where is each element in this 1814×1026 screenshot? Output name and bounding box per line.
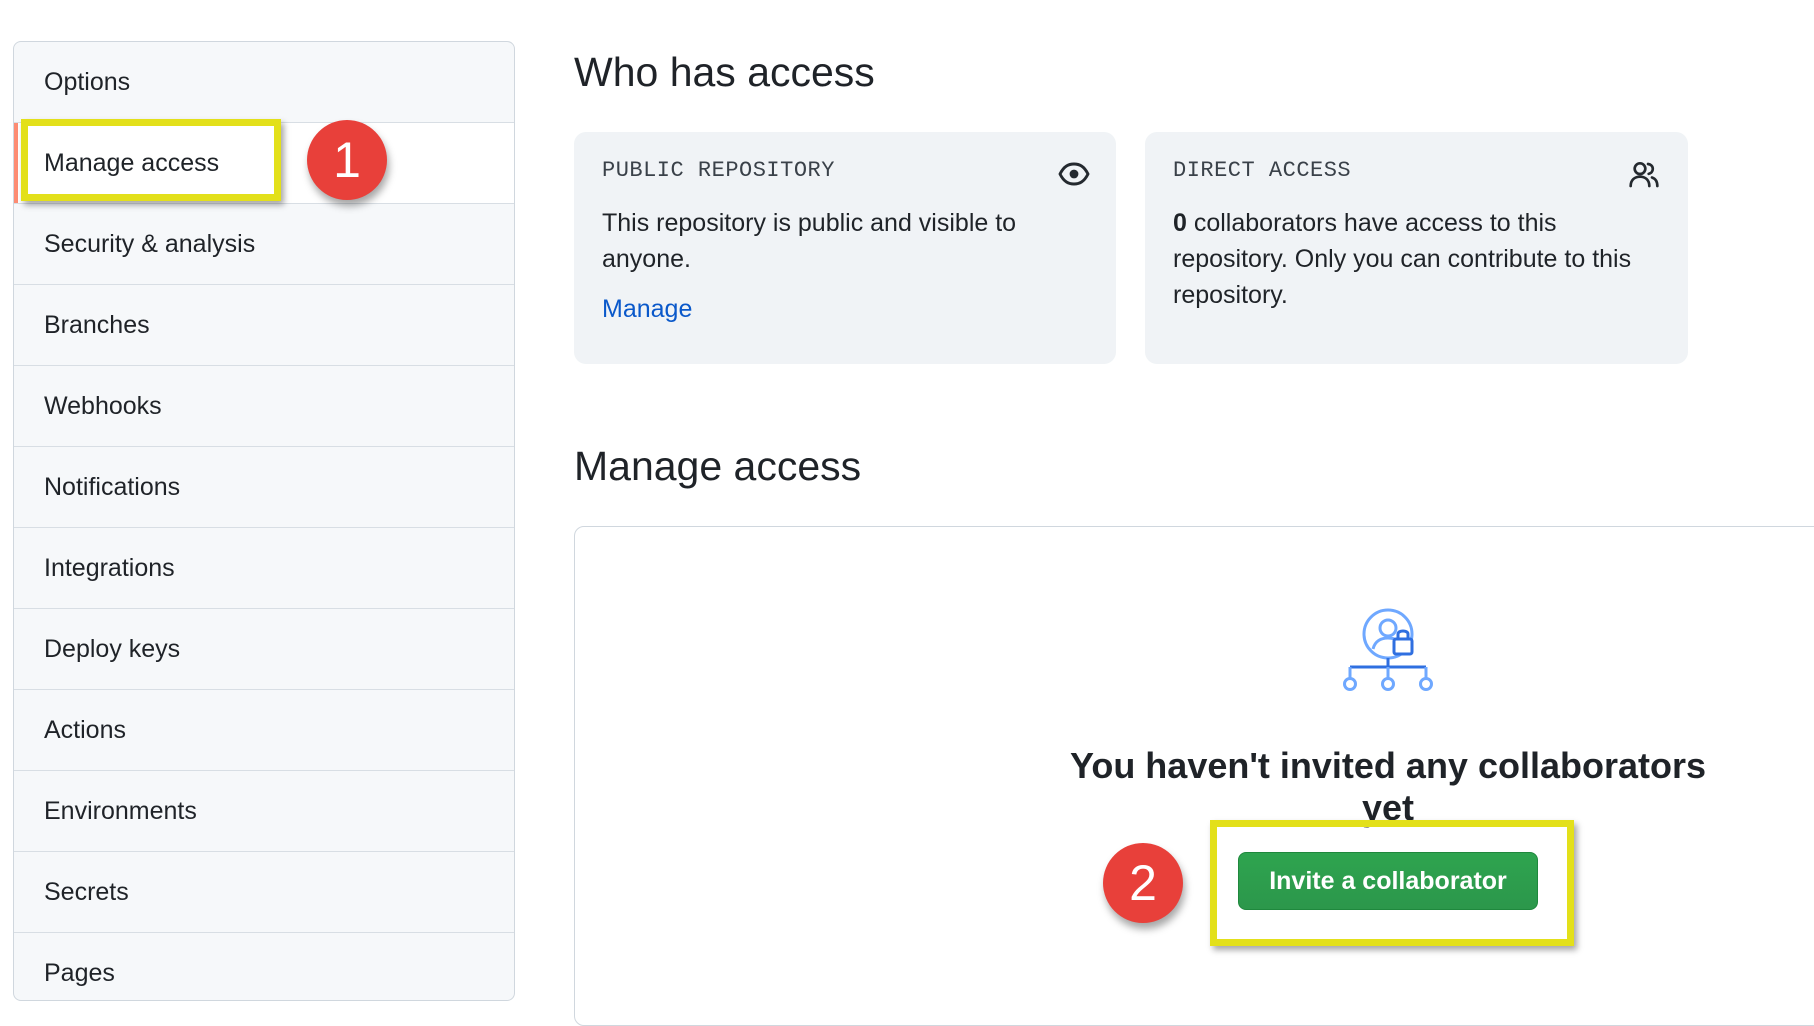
sidebar-item-manage-access[interactable]: Manage access <box>14 123 514 204</box>
sidebar-item-pages[interactable]: Pages <box>14 933 514 1000</box>
no-collaborators-message: You haven't invited any collaborators ye… <box>1069 745 1707 828</box>
collaborator-lock-illustration <box>1343 608 1433 691</box>
sidebar-item-security-analysis[interactable]: Security & analysis <box>14 204 514 285</box>
public-repository-card: PUBLIC REPOSITORY This repository is pub… <box>574 132 1116 364</box>
step-marker-1: 1 <box>307 120 387 200</box>
public-repository-label: PUBLIC REPOSITORY <box>602 158 835 183</box>
sidebar-item-label: Integrations <box>44 553 175 582</box>
direct-access-text: 0 collaborators have access to this repo… <box>1173 205 1660 313</box>
people-icon <box>1629 162 1659 188</box>
sidebar-item-notifications[interactable]: Notifications <box>14 447 514 528</box>
direct-access-description: collaborators have access to this reposi… <box>1173 209 1632 309</box>
sidebar-item-integrations[interactable]: Integrations <box>14 528 514 609</box>
sidebar-item-actions[interactable]: Actions <box>14 690 514 771</box>
collaborator-count: 0 <box>1173 209 1187 237</box>
step-marker-2: 2 <box>1103 843 1183 923</box>
who-has-access-heading: Who has access <box>574 49 875 95</box>
sidebar-item-deploy-keys[interactable]: Deploy keys <box>14 609 514 690</box>
sidebar-item-environments[interactable]: Environments <box>14 771 514 852</box>
sidebar-item-label: Secrets <box>44 877 129 906</box>
sidebar-item-label: Branches <box>44 310 150 339</box>
sidebar-item-label: Options <box>44 67 131 96</box>
sidebar-item-branches[interactable]: Branches <box>14 285 514 366</box>
sidebar-item-webhooks[interactable]: Webhooks <box>14 366 514 447</box>
direct-access-card: DIRECT ACCESS 0 collaborators have acces… <box>1145 132 1688 364</box>
manage-visibility-link[interactable]: Manage <box>602 295 692 324</box>
sidebar-item-label: Environments <box>44 796 197 825</box>
sidebar-item-label: Pages <box>44 958 115 987</box>
sidebar-item-secrets[interactable]: Secrets <box>14 852 514 933</box>
eye-icon <box>1058 162 1090 186</box>
sidebar-item-label: Actions <box>44 715 126 744</box>
invite-collaborator-button[interactable]: Invite a collaborator <box>1238 852 1538 910</box>
settings-sidebar: Options Manage access Security & analysi… <box>13 41 515 1001</box>
sidebar-item-label: Deploy keys <box>44 634 181 663</box>
manage-access-heading: Manage access <box>574 443 862 489</box>
public-repository-text: This repository is public and visible to… <box>602 209 1017 273</box>
sidebar-item-label: Security & analysis <box>44 229 256 258</box>
sidebar-item-label: Webhooks <box>44 391 162 420</box>
direct-access-label: DIRECT ACCESS <box>1173 158 1352 183</box>
sidebar-item-options[interactable]: Options <box>14 42 514 123</box>
sidebar-item-label: Manage access <box>44 148 220 177</box>
sidebar-item-label: Notifications <box>44 472 181 501</box>
